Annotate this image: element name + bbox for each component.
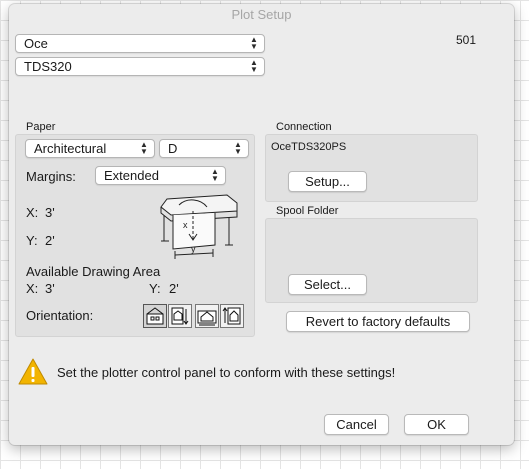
available-y-value: 2' — [169, 281, 179, 296]
orientation-label: Orientation: — [26, 308, 94, 323]
paper-size-select[interactable]: D ▲ ▼ — [159, 139, 249, 158]
available-x-value: 3' — [45, 281, 55, 296]
orientation-control — [143, 304, 244, 328]
diagram-x-label: x — [183, 220, 188, 230]
paper-size-value: D — [168, 141, 178, 156]
cancel-button[interactable]: Cancel — [324, 414, 389, 435]
chevron-updown-icon: ▲ ▼ — [140, 140, 148, 156]
chevron-updown-icon: ▲ ▼ — [234, 140, 242, 156]
window-title: Plot Setup — [231, 7, 292, 22]
margins-label: Margins: — [26, 169, 76, 184]
warning-message: Set the plotter control panel to conform… — [57, 365, 396, 380]
manufacturer-value: Oce — [24, 36, 48, 51]
manufacturer-select[interactable]: Oce ▲ ▼ — [15, 34, 265, 53]
paper-section-label: Paper — [26, 121, 56, 133]
portrait-plot-icon[interactable] — [143, 304, 167, 328]
paper-standard-value: Architectural — [34, 141, 107, 156]
connection-name: OceTDS320PS — [271, 141, 347, 153]
chevron-updown-icon: ▲ ▼ — [250, 58, 258, 74]
plotter-diagram-icon: x y — [160, 194, 238, 259]
ok-button[interactable]: OK — [404, 414, 469, 435]
paper-x-label: X: — [26, 205, 39, 220]
model-select[interactable]: TDS320 ▲ ▼ — [15, 57, 265, 76]
plot-setup-dialog: Plot Setup 501 Oce ▲ ▼ TDS320 ▲ ▼ Paper Ar… — [9, 4, 514, 445]
landscape-plot-icon[interactable] — [195, 304, 219, 328]
chevron-updown-icon: ▲ ▼ — [211, 167, 219, 183]
portrait-rotated-plot-icon[interactable] — [168, 304, 192, 328]
spool-folder-section-label: Spool Folder — [276, 205, 339, 217]
dialog-id-number: 501 — [456, 33, 477, 47]
chevron-updown-icon: ▲ ▼ — [250, 35, 258, 51]
setup-button[interactable]: Setup... — [288, 171, 367, 192]
paper-y-label: Y: — [26, 233, 38, 248]
connection-section-label: Connection — [276, 121, 332, 133]
available-area-label: Available Drawing Area — [26, 264, 161, 279]
margins-select[interactable]: Extended ▲ ▼ — [95, 166, 226, 185]
margins-value: Extended — [104, 168, 159, 183]
revert-to-defaults-button[interactable]: Revert to factory defaults — [286, 311, 470, 332]
landscape-rotated-plot-icon[interactable] — [220, 304, 244, 328]
paper-x-value: 3' — [45, 205, 55, 220]
model-value: TDS320 — [24, 59, 72, 74]
warning-triangle-icon — [18, 358, 48, 385]
paper-y-value: 2' — [45, 233, 55, 248]
diagram-y-label: y — [191, 244, 196, 254]
available-x-label: X: — [26, 281, 39, 296]
available-y-label: Y: — [149, 281, 161, 296]
select-spool-folder-button[interactable]: Select... — [288, 274, 367, 295]
paper-standard-select[interactable]: Architectural ▲ ▼ — [25, 139, 155, 158]
